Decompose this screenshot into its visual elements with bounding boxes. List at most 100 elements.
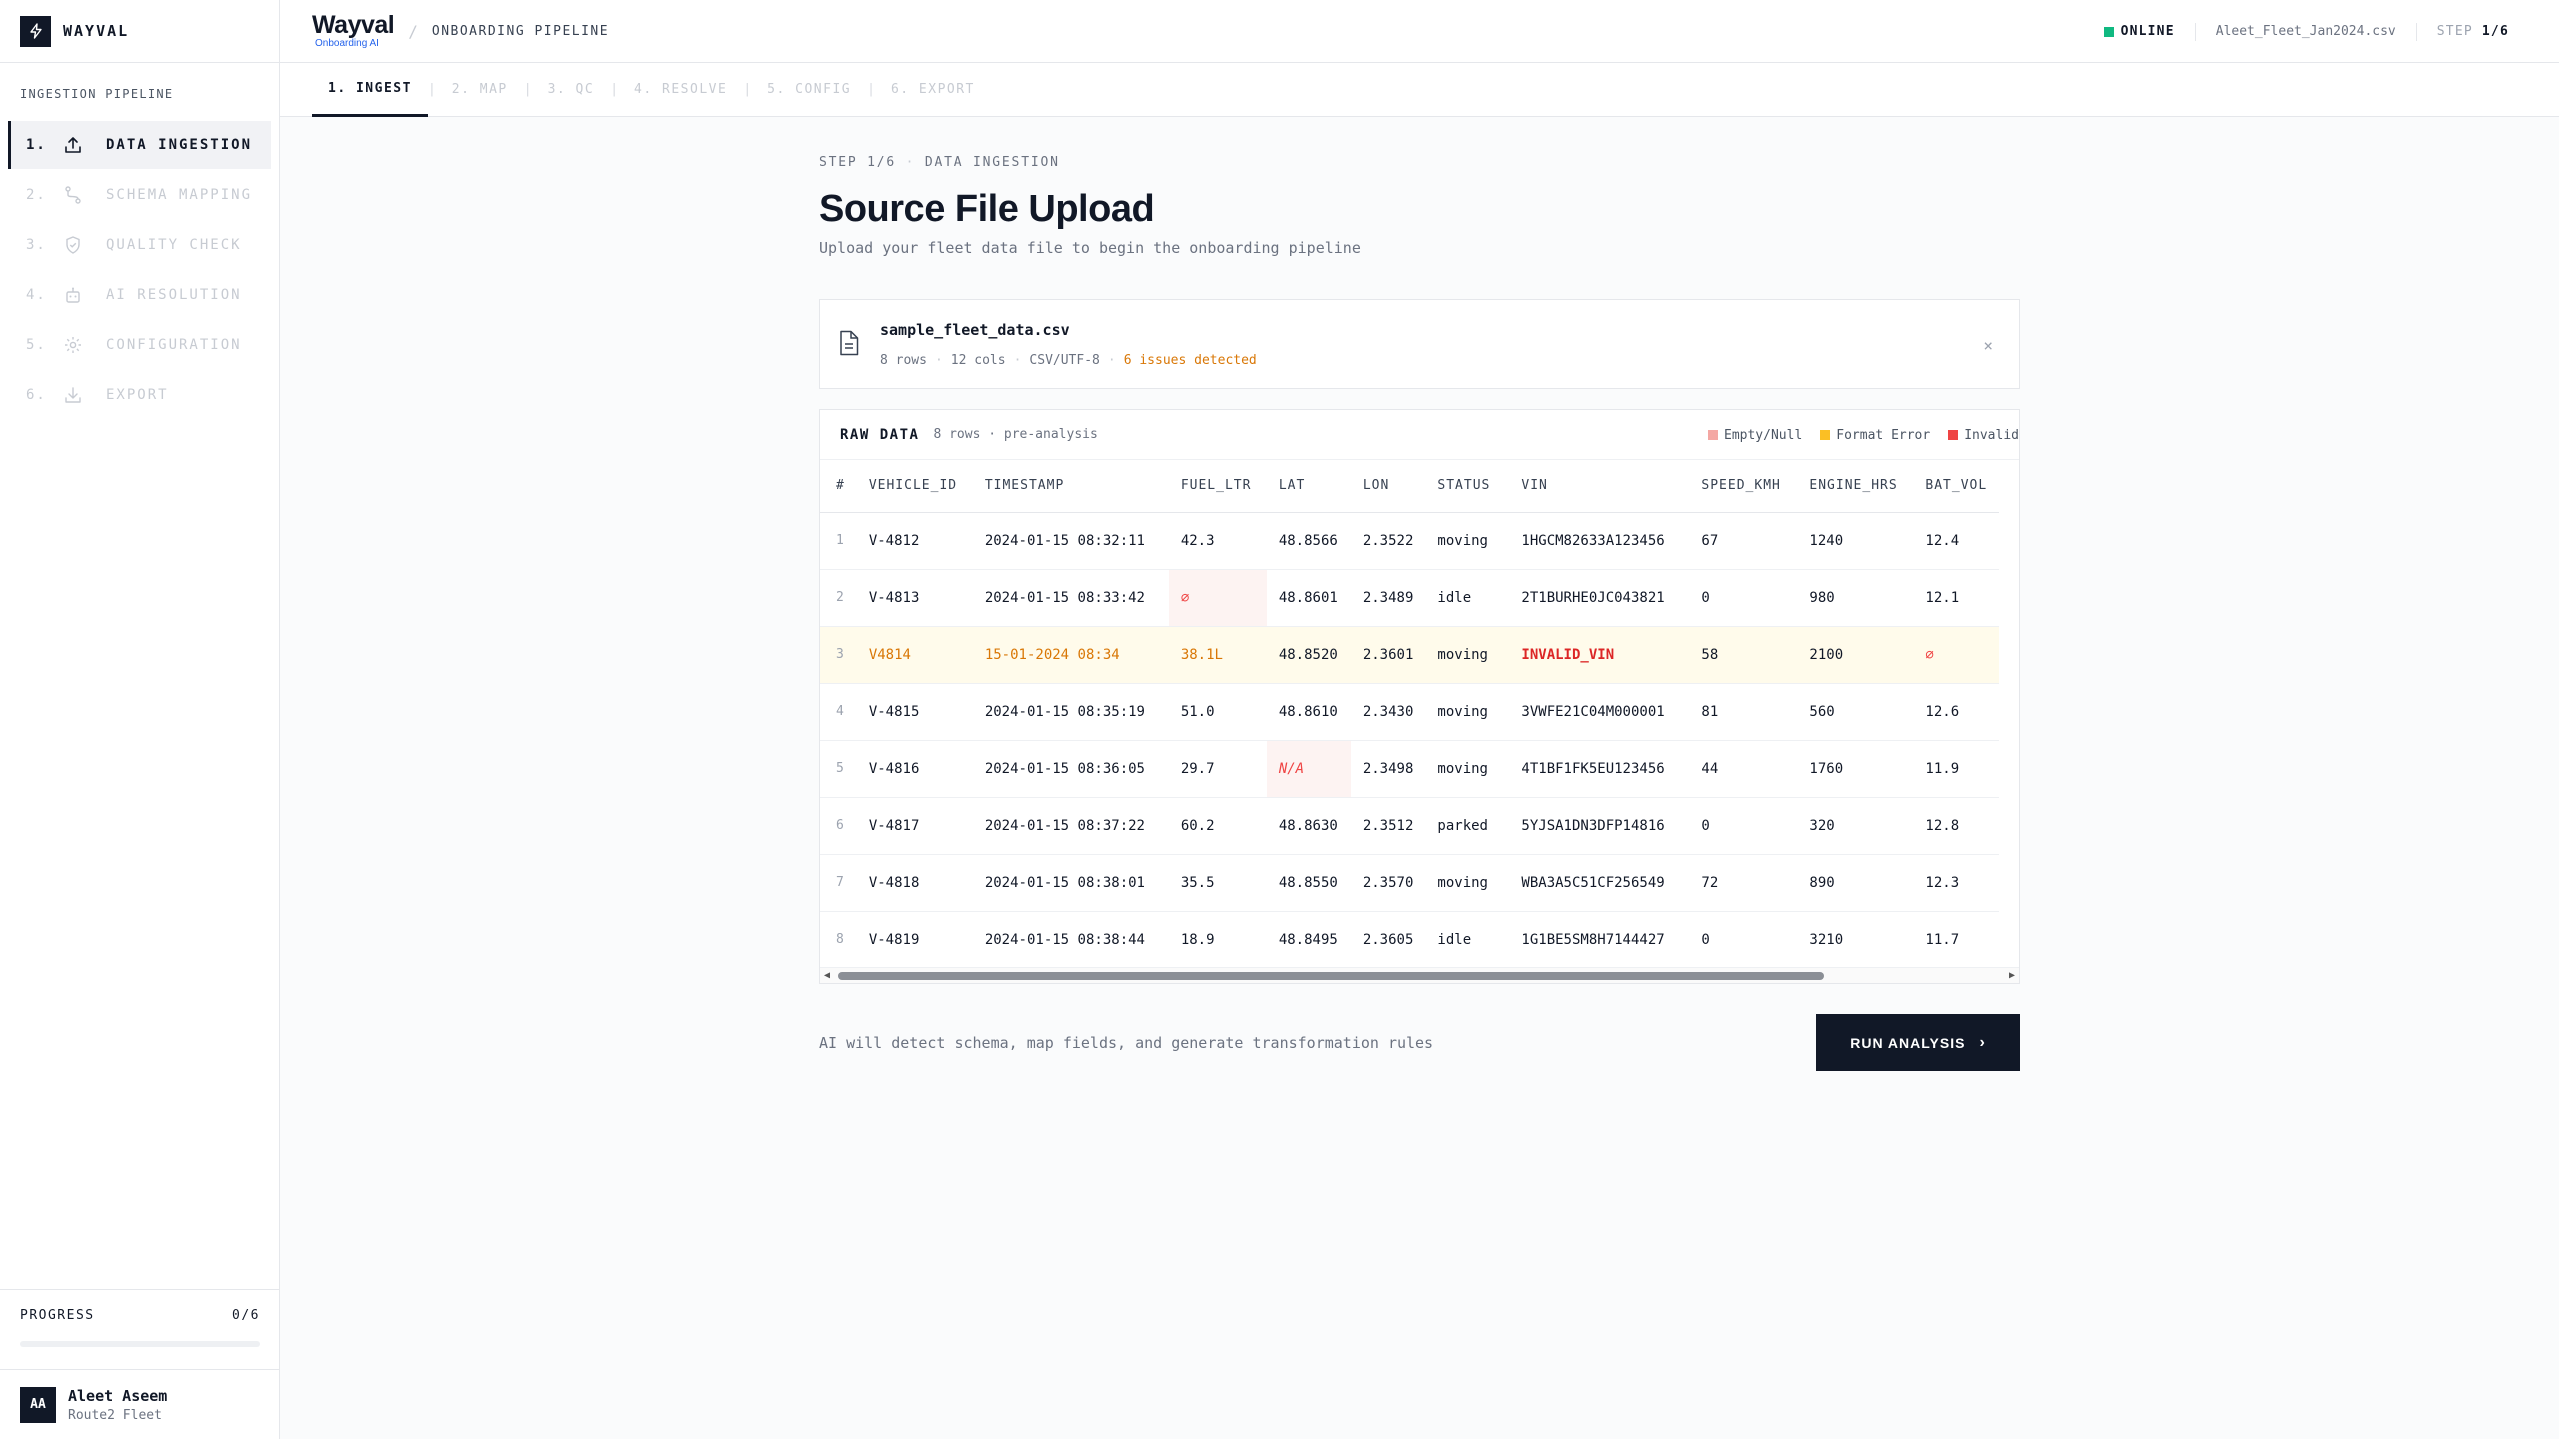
table-cell: INVALID_VIN	[1509, 626, 1690, 684]
page-title: Source File Upload	[819, 188, 1155, 230]
column-header[interactable]: TIMESTAMP	[972, 460, 1169, 513]
step-eyebrow: STEP 1/6 · DATA INGESTION	[819, 155, 2020, 170]
column-header[interactable]: VIN	[1509, 460, 1690, 513]
raw-data-header: RAW DATA 8 rows · pre-analysis Empty/Nul…	[820, 410, 2019, 460]
progress-bar	[20, 1341, 260, 1347]
table-cell: 38.1L	[1168, 626, 1267, 684]
table-row[interactable]: 5 V-4816 2024-01-15 08:36:05 29.7 N/A 2.3498 m…	[820, 740, 2000, 798]
table-cell: 60.2	[1168, 797, 1267, 855]
table-cell: 2024-01-15 08:36:05	[972, 740, 1169, 798]
table-cell: 0	[1689, 569, 1798, 627]
tab-resolve[interactable]: 4. RESOLVE	[618, 63, 743, 117]
column-header[interactable]: ENGINE_HRS	[1797, 460, 1914, 513]
sidebar-item-quality-check[interactable]: 3. QUALITY CHECK	[8, 221, 271, 269]
tab-separator: |	[427, 82, 436, 97]
table-cell: 2.3430	[1350, 683, 1426, 741]
sidebar-item-data-ingestion[interactable]: 1. DATA INGESTION	[8, 121, 271, 169]
column-header[interactable]: LON	[1350, 460, 1426, 513]
table-cell: 12.8	[1913, 797, 2000, 855]
table-cell: 11.9	[1913, 740, 2000, 798]
row-number: 8	[820, 911, 857, 969]
sidebar-item-number: 3.	[26, 237, 47, 253]
table-cell: 2024-01-15 08:32:11	[972, 512, 1169, 570]
table-cell: 0	[1689, 797, 1798, 855]
legend-swatch	[1708, 430, 1718, 440]
table-cell: 3VWFE21C04M000001	[1509, 683, 1690, 741]
close-icon[interactable]: ×	[1983, 336, 1993, 355]
table-cell: 2.3605	[1350, 911, 1426, 969]
raw-data-subtitle: 8 rows · pre-analysis	[933, 427, 1098, 442]
column-header[interactable]: #	[820, 460, 857, 513]
table-row[interactable]: 8 V-4819 2024-01-15 08:38:44 18.9 48.8495 2.3…	[820, 911, 2000, 969]
legend-item-invalid: Invalid	[1948, 428, 2019, 443]
table-row[interactable]: 2 V-4813 2024-01-15 08:33:42 ∅ 48.8601 2.3489…	[820, 569, 2000, 627]
column-header[interactable]: VEHICLE_ID	[856, 460, 973, 513]
table-cell: ∅	[1913, 626, 2000, 684]
sidebar-item-label: SCHEMA MAPPING	[106, 187, 253, 203]
table-cell: moving	[1425, 740, 1510, 798]
column-header[interactable]: BAT_VOL	[1913, 460, 2000, 513]
table-cell: 48.8550	[1266, 854, 1351, 912]
sidebar-nav: 1. DATA INGESTION 2. SCHEMA MAPPING 3. Q…	[0, 121, 279, 419]
current-file-name[interactable]: Aleet_Fleet_Jan2024.csv	[2216, 24, 2396, 39]
brand-name: WAYVAL	[63, 22, 130, 40]
scroll-right-icon[interactable]: ▶	[2009, 970, 2015, 981]
shield-check-icon	[60, 232, 86, 258]
eyebrow-step: STEP 1/6	[819, 155, 897, 170]
table-cell: 1HGCM82633A123456	[1509, 512, 1690, 570]
table-cell: 2024-01-15 08:38:44	[972, 911, 1169, 969]
robot-icon	[60, 282, 86, 308]
sidebar-item-label: CONFIGURATION	[106, 337, 242, 353]
top-bar-status: ONLINE Aleet_Fleet_Jan2024.csv STEP 1/6	[2103, 0, 2509, 63]
column-header[interactable]: SPEED_KMH	[1689, 460, 1798, 513]
gear-icon	[60, 332, 86, 358]
sidebar-item-number: 4.	[26, 287, 47, 303]
table-cell: 2024-01-15 08:38:01	[972, 854, 1169, 912]
breadcrumb[interactable]: ONBOARDING PIPELINE	[432, 24, 609, 39]
sidebar-item-schema-mapping[interactable]: 2. SCHEMA MAPPING	[8, 171, 271, 219]
table-cell: 2.3489	[1350, 569, 1426, 627]
table-cell: 44	[1689, 740, 1798, 798]
table-cell: 320	[1797, 797, 1914, 855]
table-row[interactable]: 6 V-4817 2024-01-15 08:37:22 60.2 48.8630 2.3…	[820, 797, 2000, 855]
tab-ingest[interactable]: 1. INGEST	[312, 63, 428, 117]
tab-config[interactable]: 5. CONFIG	[751, 63, 867, 117]
scroll-left-icon[interactable]: ◀	[824, 970, 830, 981]
table-cell: 2T1BURHE0JC043821	[1509, 569, 1690, 627]
brand[interactable]: WAYVAL	[0, 0, 279, 63]
tab-qc[interactable]: 3. QC	[532, 63, 611, 117]
row-number: 4	[820, 683, 857, 741]
horizontal-scrollbar[interactable]: ◀ ▶	[820, 967, 2019, 983]
row-number: 5	[820, 740, 857, 798]
table-cell: 51.0	[1168, 683, 1267, 741]
column-header[interactable]: LAT	[1266, 460, 1351, 513]
table-cell: 2.3570	[1350, 854, 1426, 912]
tab-map[interactable]: 2. MAP	[436, 63, 524, 117]
column-header[interactable]: STATUS	[1425, 460, 1510, 513]
table-cell: 2024-01-15 08:35:19	[972, 683, 1169, 741]
row-number: 3	[820, 626, 857, 684]
user-profile[interactable]: AA Aleet Aseem Route2 Fleet	[0, 1369, 280, 1439]
raw-data-title: RAW DATA	[840, 426, 920, 443]
table-row[interactable]: 1 V-4812 2024-01-15 08:32:11 42.3 48.8566 2.3…	[820, 512, 2000, 570]
step-indicator: STEP 1/6	[2437, 24, 2509, 39]
column-header[interactable]: FUEL_LTR	[1168, 460, 1267, 513]
table-cell: 2.3498	[1350, 740, 1426, 798]
file-cols: 12 cols	[950, 352, 1006, 368]
table-row[interactable]: 3 V4814 15-01-2024 08:34 38.1L 48.8520 2.3601…	[820, 626, 2000, 684]
table-cell: 67	[1689, 512, 1798, 570]
sidebar-item-number: 6.	[26, 387, 47, 403]
table-cell: 48.8610	[1266, 683, 1351, 741]
table-cell: 5YJSA1DN3DFP14816	[1509, 797, 1690, 855]
table-row[interactable]: 7 V-4818 2024-01-15 08:38:01 35.5 48.8550 2.3…	[820, 854, 2000, 912]
tab-export[interactable]: 6. EXPORT	[875, 63, 991, 117]
tab-separator: |	[743, 82, 752, 97]
sidebar-item-label: QUALITY CHECK	[106, 237, 242, 253]
sidebar-item-configuration[interactable]: 5. CONFIGURATION	[8, 321, 271, 369]
scrollbar-thumb[interactable]	[838, 972, 1824, 980]
wayval-logo[interactable]: Wayval Onboarding AI	[312, 13, 395, 49]
run-analysis-button[interactable]: RUN ANALYSIS ›	[1816, 1014, 2020, 1071]
sidebar-item-export[interactable]: 6. EXPORT	[8, 371, 271, 419]
sidebar-item-ai-resolution[interactable]: 4. AI RESOLUTION	[8, 271, 271, 319]
table-row[interactable]: 4 V-4815 2024-01-15 08:35:19 51.0 48.8610 2.3…	[820, 683, 2000, 741]
